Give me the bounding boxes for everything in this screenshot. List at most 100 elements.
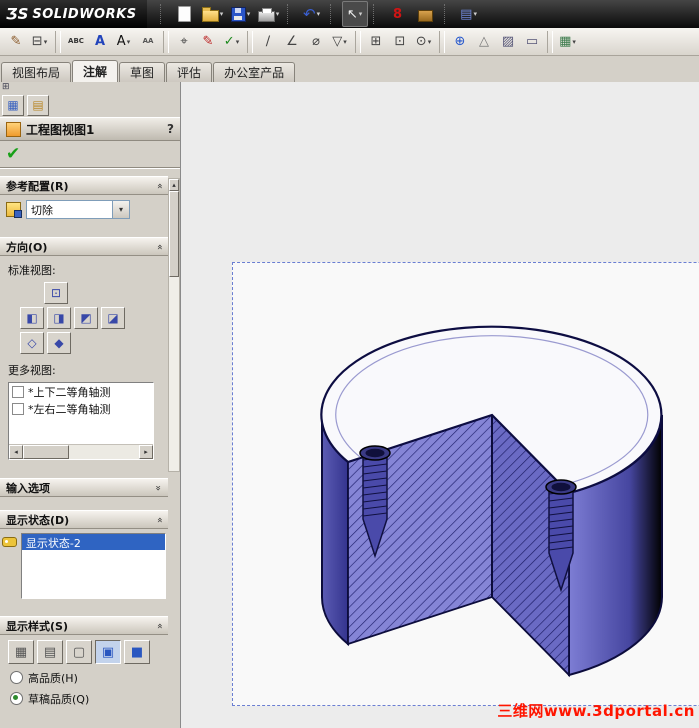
dropdown-caret-icon[interactable]: ▾ <box>473 10 477 18</box>
import-options-header[interactable]: 输入选项 « <box>0 478 168 497</box>
high-quality-option[interactable]: 高品质(H) <box>10 670 162 685</box>
origin-button[interactable]: ⊕ <box>448 30 472 54</box>
properties-tab[interactable]: ▦ <box>2 94 24 116</box>
expand-chevron-icon[interactable]: « <box>153 484 164 490</box>
dropdown-caret-icon[interactable]: ▾ <box>220 10 224 18</box>
format-painter-button[interactable]: A <box>88 30 112 54</box>
collapse-chevron-icon[interactable]: « <box>154 243 165 249</box>
horizontal-scrollbar[interactable]: ◂ ▸ <box>9 444 153 459</box>
view-back-icon: ◧ <box>26 311 38 325</box>
instant3d-button[interactable]: 8 <box>385 1 411 27</box>
reference-configuration-header[interactable]: 参考配置(R) « <box>0 176 168 195</box>
toolbox-button[interactable] <box>413 1 439 27</box>
view-isometric-button[interactable]: ◇ <box>20 332 44 354</box>
tab-sketch[interactable]: 草图 <box>119 62 166 82</box>
checkbox[interactable] <box>12 385 24 398</box>
view-right-button[interactable]: ◩ <box>74 307 98 329</box>
scrollbar-track[interactable] <box>69 445 139 459</box>
display-state-header[interactable]: 显示状态(D) « <box>0 510 168 529</box>
wireframe-style-button[interactable]: ▦ <box>8 640 34 664</box>
zoom-to-area-button[interactable]: ⌖ <box>172 30 196 54</box>
hole-callout-button[interactable]: ⌀ <box>304 30 328 54</box>
panel-pin-icon[interactable]: ⊞ <box>2 83 10 92</box>
hidden-lines-visible-style-button[interactable]: ▤ <box>37 640 63 664</box>
scrollbar-thumb[interactable] <box>23 445 69 459</box>
new-document-button[interactable] <box>172 1 198 27</box>
hidden-lines-removed-style-icon: ▢ <box>72 644 86 660</box>
tables-button[interactable]: ▦ ▾ <box>556 30 580 54</box>
ok-check-icon[interactable]: ✔ <box>6 145 20 163</box>
note-button[interactable]: A ▾ <box>112 30 136 54</box>
angle-dimension-button[interactable]: ∠ <box>280 30 304 54</box>
list-item[interactable]: *上下二等角轴测 <box>9 383 153 400</box>
datum-feature-button[interactable]: ▽ ▾ <box>328 30 352 54</box>
tab-annotation[interactable]: 注解 <box>72 60 119 82</box>
shaded-with-edges-style-button[interactable]: ▣ <box>95 640 121 664</box>
linear-note-pattern-button[interactable]: AA <box>136 30 160 54</box>
drawing-graphics-area[interactable]: 三维网www.3dportal.cn <box>181 82 699 728</box>
options-button[interactable]: ▤ ▾ <box>456 1 482 27</box>
display-state-item-selected[interactable]: 显示状态-2 <box>21 534 165 550</box>
view-dimetric-button[interactable]: ◆ <box>47 332 71 354</box>
checkbox[interactable] <box>12 402 24 415</box>
dropdown-caret-icon[interactable]: ▾ <box>44 38 48 46</box>
view-top-button[interactable]: ◪ <box>101 307 125 329</box>
radio-button[interactable] <box>10 671 23 684</box>
magnifier-button[interactable]: ⊙ ▾ <box>412 30 436 54</box>
orientation-header[interactable]: 方向(O) « <box>0 237 168 256</box>
dropdown-caret-icon[interactable]: ▾ <box>127 38 131 46</box>
model-items-button[interactable]: ⊟ ▾ <box>28 30 52 54</box>
dropdown-caret-icon[interactable]: ▾ <box>428 38 432 46</box>
linear-note-pattern-icon: AA <box>142 37 154 45</box>
display-style-header[interactable]: 显示样式(S) « <box>0 616 168 635</box>
design-checker-button[interactable]: ✓ ▾ <box>220 30 244 54</box>
display-state-listbox[interactable]: 显示状态-2 <box>20 533 166 599</box>
sheet-tab[interactable]: ▤ <box>27 94 49 116</box>
ordinate-dimension-button[interactable]: ∕ <box>256 30 280 54</box>
hidden-lines-removed-style-button[interactable]: ▢ <box>66 640 92 664</box>
dropdown-caret-icon[interactable]: ▾ <box>572 38 576 46</box>
help-icon[interactable]: ? <box>167 122 174 136</box>
spell-checker-button[interactable]: ABC <box>64 30 88 54</box>
chevron-down-icon[interactable]: ▾ <box>112 201 129 218</box>
tab-evaluate[interactable]: 评估 <box>166 62 213 82</box>
list-item[interactable]: *左右二等角轴测 <box>9 400 153 417</box>
shaded-style-button[interactable]: ■ <box>124 640 150 664</box>
more-views-listbox[interactable]: *上下二等角轴测 *左右二等角轴测 ◂ ▸ <box>8 382 154 460</box>
print-button[interactable]: ▾ <box>256 1 282 27</box>
scrollbar-thumb[interactable] <box>169 191 179 277</box>
undo-button[interactable]: ↶ ▾ <box>299 1 325 27</box>
open-button[interactable]: ▾ <box>200 1 226 27</box>
dropdown-caret-icon[interactable]: ▾ <box>359 10 363 18</box>
tab-office-products[interactable]: 办公室产品 <box>213 62 296 82</box>
section-view-button[interactable]: ⊡ <box>388 30 412 54</box>
dropdown-caret-icon[interactable]: ▾ <box>236 38 240 46</box>
revision-symbol-button[interactable]: ✎ <box>196 30 220 54</box>
scroll-left-icon[interactable]: ◂ <box>9 445 23 459</box>
panel-vertical-scrollbar[interactable]: ▴ <box>168 178 180 472</box>
configuration-select[interactable]: 切除 ▾ <box>26 200 130 219</box>
smart-dimension-button[interactable]: ✎ <box>4 30 28 54</box>
radio-button-selected[interactable] <box>10 692 23 705</box>
view-front-button[interactable]: ⊡ <box>44 282 68 304</box>
collapse-chevron-icon[interactable]: « <box>154 622 165 628</box>
draft-quality-button[interactable]: △ <box>472 30 496 54</box>
dropdown-caret-icon[interactable]: ▾ <box>343 38 347 46</box>
block-button[interactable]: ▭ <box>520 30 544 54</box>
select-button[interactable]: ↖ ▾ <box>341 1 368 27</box>
draft-quality-option[interactable]: 草稿品质(Q) <box>10 691 162 706</box>
view-back-button[interactable]: ◧ <box>20 307 44 329</box>
model-view-button[interactable]: ⊞ <box>364 30 388 54</box>
scroll-right-icon[interactable]: ▸ <box>139 445 153 459</box>
dropdown-caret-icon[interactable]: ▾ <box>247 10 251 18</box>
view-left-button[interactable]: ◨ <box>47 307 71 329</box>
save-button[interactable]: ▾ <box>228 1 254 27</box>
drawing-view-cylinder-with-wedge-cut[interactable] <box>181 82 699 728</box>
dropdown-caret-icon[interactable]: ▾ <box>276 10 280 18</box>
dropdown-caret-icon[interactable]: ▾ <box>317 10 321 18</box>
collapse-chevron-icon[interactable]: « <box>154 516 165 522</box>
scroll-up-icon[interactable]: ▴ <box>169 179 179 191</box>
collapse-chevron-icon[interactable]: « <box>154 182 165 188</box>
tab-view-layout[interactable]: 视图布局 <box>1 62 72 82</box>
area-hatch-button[interactable]: ▨ <box>496 30 520 54</box>
